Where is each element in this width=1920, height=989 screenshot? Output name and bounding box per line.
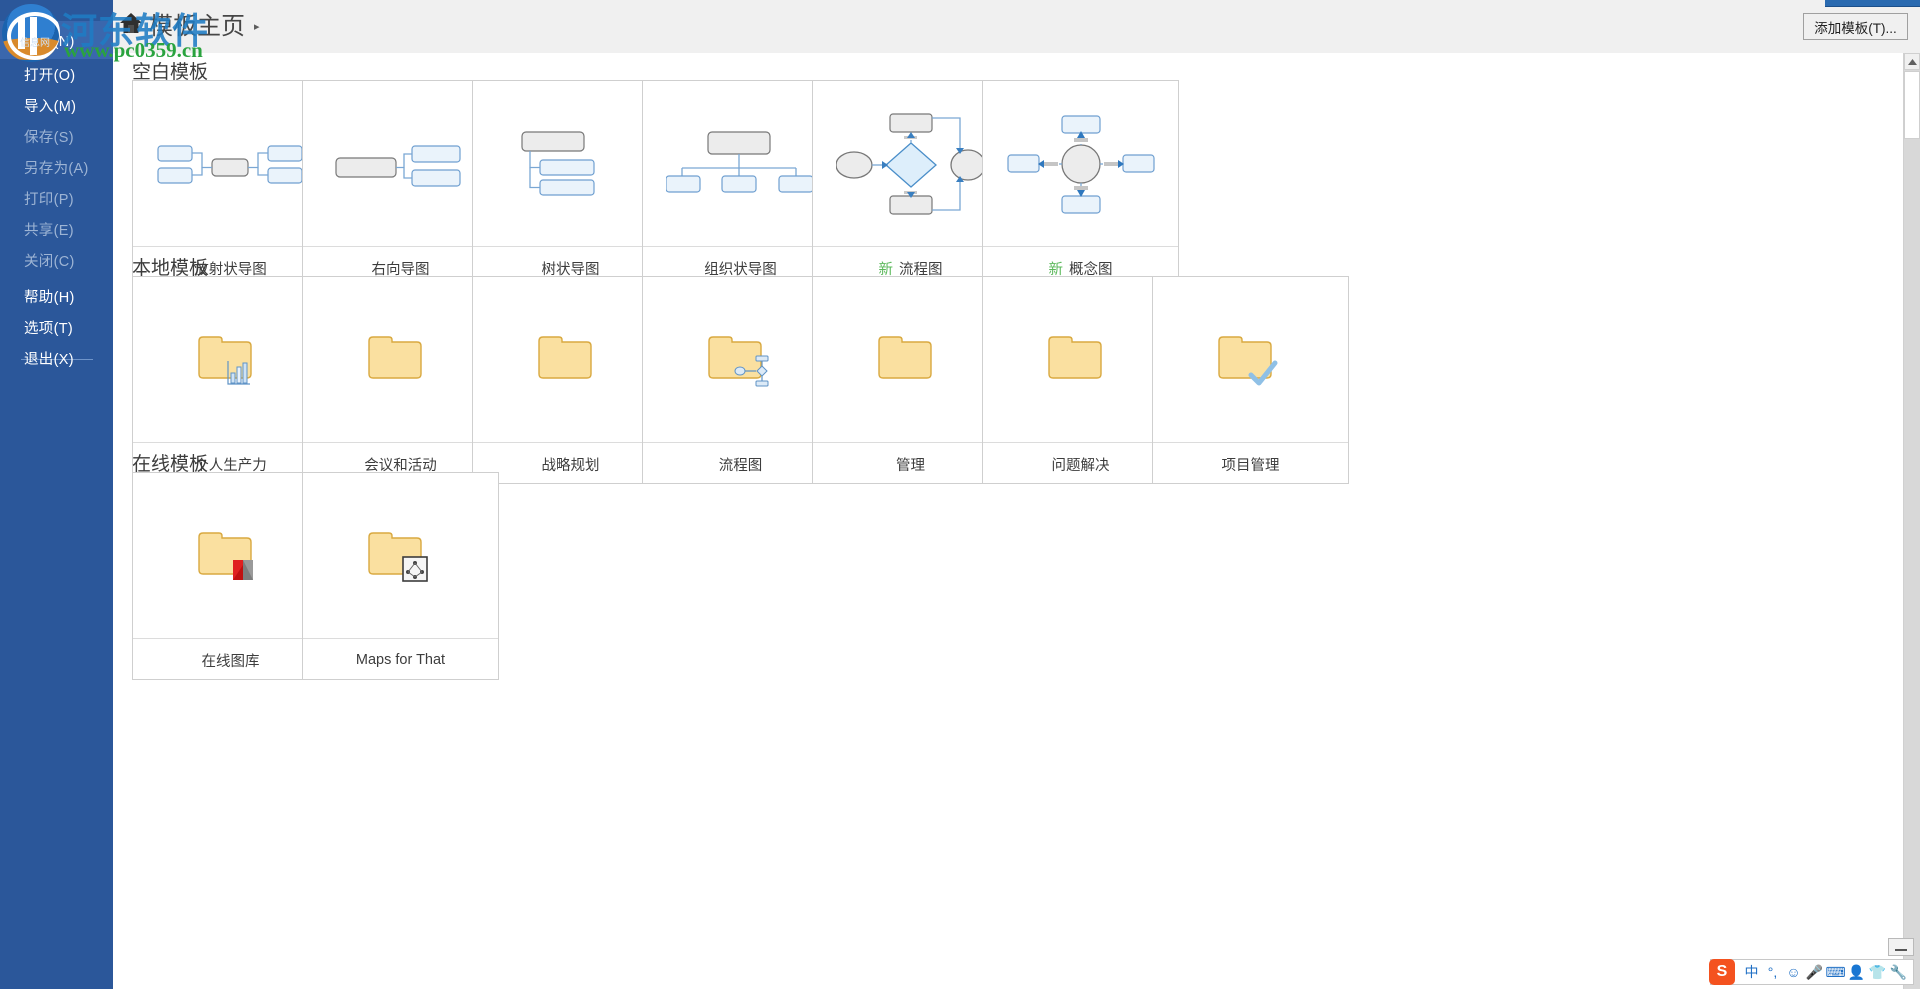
template-card-caption: 流程图 bbox=[643, 442, 838, 485]
template-card-label: 流程图 bbox=[719, 454, 763, 475]
radial-map-thumb bbox=[133, 81, 328, 246]
template-card-caption: 在线图库 bbox=[133, 638, 328, 681]
folder-check-icon bbox=[1153, 277, 1348, 442]
folder-icon bbox=[813, 277, 1008, 442]
keyboard-icon[interactable]: ⌨ bbox=[1825, 960, 1846, 984]
template-card[interactable]: Maps for That bbox=[302, 472, 499, 680]
vertical-scrollbar[interactable] bbox=[1903, 53, 1920, 989]
sidebar: 新建(N)打开(O)导入(M)保存(S)另存为(A)打印(P)共享(E)关闭(C… bbox=[0, 0, 113, 989]
template-card[interactable]: 项目管理 bbox=[1152, 276, 1349, 484]
sidebar-item-label: 帮助(H) bbox=[24, 286, 75, 307]
scroll-up-button[interactable] bbox=[1904, 53, 1920, 70]
sidebar-item-label: 共享(E) bbox=[24, 219, 74, 240]
template-card-caption: 问题解决 bbox=[983, 442, 1178, 485]
template-card[interactable]: 树状导图 bbox=[472, 80, 669, 288]
template-card-label: 问题解决 bbox=[1052, 454, 1110, 475]
template-card[interactable]: 右向导图 bbox=[302, 80, 499, 288]
concept-map-thumb bbox=[983, 81, 1178, 246]
template-card[interactable]: 新概念图 bbox=[982, 80, 1179, 288]
microphone-icon[interactable]: 🎤 bbox=[1804, 960, 1825, 984]
template-card[interactable]: 新流程图 bbox=[812, 80, 1009, 288]
sidebar-item-label: 打印(P) bbox=[24, 188, 74, 209]
flowchart-thumb bbox=[813, 81, 1008, 246]
chevron-right-icon: ▸ bbox=[254, 20, 260, 33]
skin-icon[interactable]: 👕 bbox=[1867, 960, 1888, 984]
watermark-badge-text: 信息网 bbox=[20, 34, 50, 49]
watermark-url-text: www.pc0359.cn bbox=[64, 38, 203, 63]
scrollbar-thumb[interactable] bbox=[1904, 71, 1920, 139]
sidebar-item-label: 退出(X) bbox=[24, 348, 74, 369]
template-gallery: 空白模板放射状导图右向导图树状导图组织状导图新流程图新概念图本地模板个人生产力会… bbox=[113, 53, 1903, 989]
watermark-logo-icon: ★ bbox=[2, 4, 60, 62]
template-card-caption: 战略规划 bbox=[473, 442, 668, 485]
header-bar: 模板主页 ▸ 添加模板(T)... bbox=[113, 0, 1920, 54]
user-icon[interactable]: 👤 bbox=[1846, 960, 1867, 984]
template-card-label: 在线图库 bbox=[202, 650, 260, 671]
template-card-caption: 项目管理 bbox=[1153, 442, 1348, 485]
sidebar-item-close: 关闭(C) bbox=[0, 241, 113, 279]
sidebar-item-exit[interactable]: 退出(X) bbox=[0, 339, 113, 377]
folder-icon bbox=[303, 277, 498, 442]
template-card-label: 战略规划 bbox=[542, 454, 600, 475]
sidebar-item-label: 打开(O) bbox=[24, 64, 75, 85]
template-card[interactable]: 在线图库 bbox=[132, 472, 329, 680]
folder-chart-icon bbox=[133, 277, 328, 442]
template-card-label: Maps for That bbox=[356, 652, 445, 668]
ime-toolbar[interactable]: S 中°,☺🎤⌨👤👕🔧 bbox=[1710, 959, 1914, 985]
right-map-thumb bbox=[303, 81, 498, 246]
template-card[interactable]: 组织状导图 bbox=[642, 80, 839, 288]
emoji-icon[interactable]: ☺ bbox=[1783, 960, 1804, 984]
sidebar-item-label: 另存为(A) bbox=[24, 157, 89, 178]
folder-flowchart-icon bbox=[643, 277, 838, 442]
template-card[interactable]: 会议和活动 bbox=[302, 276, 499, 484]
window-titlebar-strip bbox=[1825, 0, 1920, 7]
sidebar-item-label: 保存(S) bbox=[24, 126, 74, 147]
folder-maps-icon bbox=[303, 473, 498, 638]
template-card[interactable]: 问题解决 bbox=[982, 276, 1179, 484]
org-chart-thumb bbox=[643, 81, 838, 246]
tree-map-thumb bbox=[473, 81, 668, 246]
template-card-caption: 管理 bbox=[813, 442, 1008, 485]
template-card-label: 项目管理 bbox=[1222, 454, 1280, 475]
template-card[interactable]: 流程图 bbox=[642, 276, 839, 484]
folder-icon bbox=[983, 277, 1178, 442]
sidebar-item-label: 导入(M) bbox=[24, 95, 76, 116]
template-card-caption: Maps for That bbox=[303, 638, 498, 681]
folder-gallery-icon bbox=[133, 473, 328, 638]
sogou-ime-logo-icon[interactable]: S bbox=[1709, 959, 1735, 985]
language-icon[interactable]: 中 bbox=[1741, 960, 1762, 984]
template-card[interactable]: 管理 bbox=[812, 276, 1009, 484]
sidebar-item-label: 选项(T) bbox=[24, 317, 73, 338]
template-card[interactable]: 战略规划 bbox=[472, 276, 669, 484]
template-card-label: 管理 bbox=[896, 454, 925, 475]
restore-window-button[interactable] bbox=[1888, 938, 1914, 956]
punctuation-icon[interactable]: °, bbox=[1762, 960, 1783, 984]
sidebar-item-label: 关闭(C) bbox=[24, 250, 75, 271]
folder-icon bbox=[473, 277, 668, 442]
add-template-button[interactable]: 添加模板(T)... bbox=[1803, 13, 1908, 40]
tools-icon[interactable]: 🔧 bbox=[1888, 960, 1909, 984]
